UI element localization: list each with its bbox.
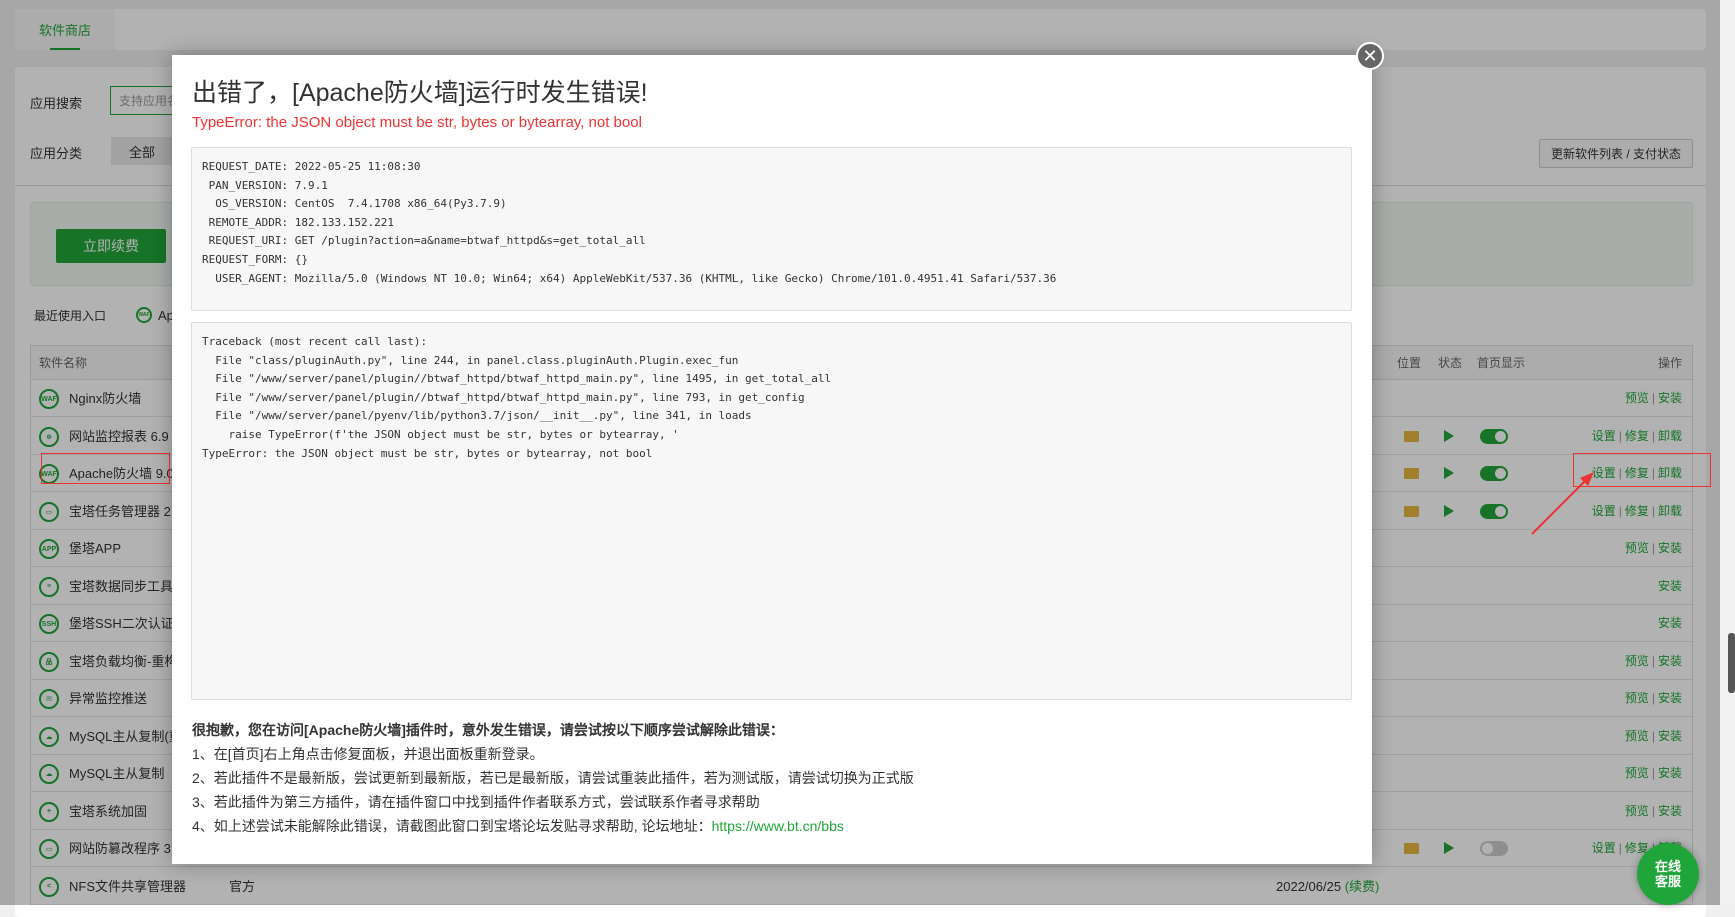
- help-step: 3、若此插件为第三方插件，请在插件窗口中找到插件作者联系方式，尝试联系作者寻求帮…: [192, 794, 760, 810]
- chat-label-1: 在线: [1654, 859, 1681, 874]
- dialog-title: 出错了，[Apache防火墙]运行时发生错误!: [192, 79, 648, 107]
- chat-label-2: 客服: [1654, 874, 1681, 889]
- help-heading: 很抱歉，您在访问[Apache防火墙]插件时，意外发生错误，请尝试按以下顺序尝试…: [192, 722, 784, 738]
- scrollbar-thumb[interactable]: [1728, 633, 1735, 693]
- help-step: 4、如上述尝试未能解除此错误，请截图此窗口到宝塔论坛发贴寻求帮助, 论坛地址：: [192, 818, 712, 834]
- traceback-box: Traceback (most recent call last): File …: [191, 322, 1352, 700]
- annotation-highlight-name: [41, 453, 170, 484]
- help-section: 很抱歉，您在访问[Apache防火墙]插件时，意外发生错误，请尝试按以下顺序尝试…: [192, 718, 914, 838]
- annotation-arrow-icon: [1531, 472, 1594, 535]
- help-step: 1、在[首页]右上角点击修复面板，并退出面板重新登录。: [192, 746, 544, 762]
- request-info-box: REQUEST_DATE: 2022-05-25 11:08:30 PAN_VE…: [191, 147, 1352, 311]
- online-support-button[interactable]: 在线 客服: [1637, 843, 1699, 905]
- error-message: TypeError: the JSON object must be str, …: [192, 114, 642, 131]
- help-step: 2、若此插件不是最新版，尝试更新到最新版，若已是最新版，请尝试重装此插件，若为测…: [192, 770, 914, 786]
- close-icon[interactable]: ✕: [1356, 42, 1384, 70]
- forum-link[interactable]: https://www.bt.cn/bbs: [712, 818, 844, 834]
- scrollbar[interactable]: [1720, 0, 1735, 905]
- error-dialog: 出错了，[Apache防火墙]运行时发生错误! TypeError: the J…: [172, 55, 1372, 864]
